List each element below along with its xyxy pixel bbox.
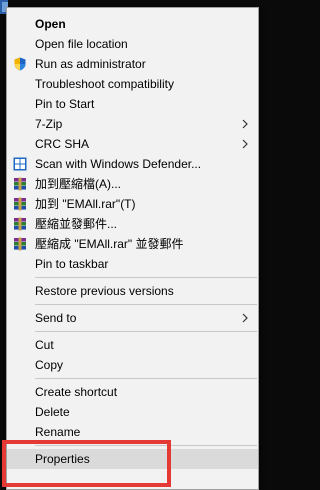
menu-item-label: 加到 "EMAll.rar"(T)	[35, 197, 136, 211]
menu-item-label: Restore previous versions	[35, 284, 174, 298]
menu-item-label: 壓縮成 "EMAll.rar" 並發郵件	[35, 237, 184, 251]
menu-item-open-file-location[interactable]: Open file location	[7, 34, 258, 54]
menu-separator	[35, 378, 257, 379]
menu-item-label: Open file location	[35, 37, 128, 51]
menu-item-add-to-emall-rar[interactable]: 加到 "EMAll.rar"(T)	[7, 194, 258, 214]
menu-item-label: Pin to taskbar	[35, 257, 109, 271]
menu-item-copy[interactable]: Copy	[7, 355, 258, 375]
menu-separator	[35, 331, 257, 332]
menu-separator	[35, 445, 257, 446]
winrar-icon	[14, 197, 26, 211]
menu-item-send-to[interactable]: Send to	[7, 308, 258, 328]
menu-item-label: 7-Zip	[35, 117, 63, 131]
menu-item-restore-previous-versions[interactable]: Restore previous versions	[7, 281, 258, 301]
menu-separator	[35, 277, 257, 278]
windows-defender-icon	[13, 157, 27, 171]
menu-item-7zip[interactable]: 7-Zip	[7, 114, 258, 134]
chevron-right-icon	[242, 119, 248, 129]
menu-item-label: Rename	[35, 425, 81, 439]
menu-item-compress-to-emall-rar-and-email[interactable]: 壓縮成 "EMAll.rar" 並發郵件	[7, 234, 258, 254]
chevron-right-icon	[242, 139, 248, 149]
menu-item-pin-to-start[interactable]: Pin to Start	[7, 94, 258, 114]
menu-item-delete[interactable]: Delete	[7, 402, 258, 422]
menu-item-label: Open	[35, 17, 66, 31]
menu-item-label: Pin to Start	[35, 97, 95, 111]
winrar-icon	[14, 237, 26, 251]
menu-item-troubleshoot-compatibility[interactable]: Troubleshoot compatibility	[7, 74, 258, 94]
menu-item-label: 加到壓縮檔(A)...	[35, 177, 121, 191]
menu-item-label: 壓縮並發郵件...	[35, 217, 118, 231]
menu-item-rename[interactable]: Rename	[7, 422, 258, 442]
menu-item-label: Delete	[35, 405, 70, 419]
menu-item-compress-and-email[interactable]: 壓縮並發郵件...	[7, 214, 258, 234]
menu-item-label: Troubleshoot compatibility	[35, 77, 174, 91]
menu-item-properties[interactable]: Properties	[7, 449, 258, 469]
menu-item-open[interactable]: Open	[7, 14, 258, 34]
menu-item-label: Create shortcut	[35, 385, 118, 399]
menu-item-pin-to-taskbar[interactable]: Pin to taskbar	[7, 254, 258, 274]
menu-item-label: Scan with Windows Defender...	[35, 157, 202, 171]
menu-item-crc-sha[interactable]: CRC SHA	[7, 134, 258, 154]
winrar-icon	[14, 177, 26, 191]
menu-item-create-shortcut[interactable]: Create shortcut	[7, 382, 258, 402]
menu-item-scan-windows-defender[interactable]: Scan with Windows Defender...	[7, 154, 258, 174]
menu-item-cut[interactable]: Cut	[7, 335, 258, 355]
menu-item-label: Properties	[35, 452, 90, 466]
winrar-icon	[14, 217, 26, 231]
context-menu: Open Open file location Run as administr…	[6, 7, 259, 490]
menu-item-label: Cut	[35, 338, 54, 352]
menu-item-label: Send to	[35, 311, 77, 325]
menu-item-label: CRC SHA	[35, 137, 90, 151]
menu-item-add-to-archive[interactable]: 加到壓縮檔(A)...	[7, 174, 258, 194]
menu-separator	[35, 304, 257, 305]
uac-shield-icon	[14, 57, 26, 71]
chevron-right-icon	[242, 313, 248, 323]
menu-item-label: Copy	[35, 358, 64, 372]
menu-item-label: Run as administrator	[35, 57, 146, 71]
menu-item-run-as-administrator[interactable]: Run as administrator	[7, 54, 258, 74]
